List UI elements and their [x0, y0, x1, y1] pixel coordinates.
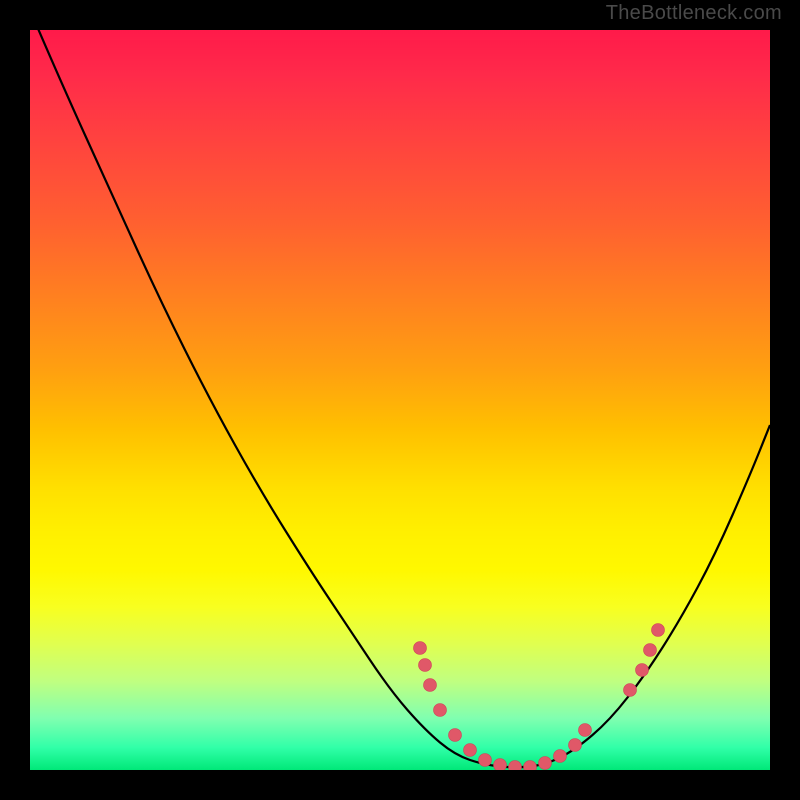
marker-dot [644, 644, 657, 657]
marker-dot [624, 684, 637, 697]
chart-frame: TheBottleneck.com [0, 0, 800, 800]
marker-dot [449, 729, 462, 742]
bottleneck-curve [30, 30, 770, 767]
marker-dot [419, 659, 432, 672]
marker-dot [569, 739, 582, 752]
marker-dot [524, 761, 537, 771]
plot-area [30, 30, 770, 770]
marker-dot [494, 759, 507, 771]
marker-dot [554, 750, 567, 763]
marker-dot [424, 679, 437, 692]
marker-dot [434, 704, 447, 717]
marker-dot [464, 744, 477, 757]
marker-dot [414, 642, 427, 655]
marker-dot [509, 761, 522, 771]
marker-dot [579, 724, 592, 737]
marker-dot [479, 754, 492, 767]
marker-dot [636, 664, 649, 677]
marker-dot [539, 757, 552, 770]
watermark-text: TheBottleneck.com [606, 2, 782, 25]
curve-svg [30, 30, 770, 770]
marker-dot [652, 624, 665, 637]
